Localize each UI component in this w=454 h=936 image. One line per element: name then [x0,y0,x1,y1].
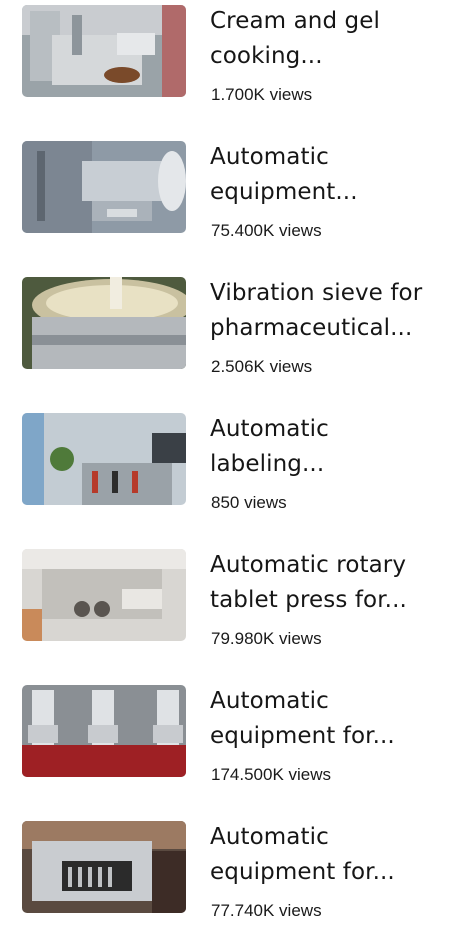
title-line: Cream and gel [210,8,380,34]
video-title[interactable]: Automatic rotary tablet press for... [210,548,446,618]
view-count: 79.980K views [211,629,322,648]
machine-image [22,549,186,641]
video-thumbnail[interactable] [22,141,186,233]
video-title[interactable]: Cream and gel cooking... [210,4,446,74]
video-title[interactable]: Automatic equipment for... [210,820,446,890]
video-thumbnail[interactable] [22,549,186,641]
video-list: Cream and gel cooking... 1.700K views Au… [0,0,454,925]
view-count: 1.700K views [211,85,313,104]
video-item[interactable]: Cream and gel cooking... 1.700K views [0,0,454,120]
machine-image [22,685,186,777]
title-line: Automatic [210,144,329,170]
video-title[interactable]: Vibration sieve for pharmaceutical... [210,276,446,346]
video-item[interactable]: Automatic equipment... 75.400K views [0,136,454,256]
title-line: Vibration sieve for [210,280,423,306]
video-item[interactable]: Automatic equipment for... 77.740K views [0,816,454,936]
machine-image [22,413,186,505]
view-count: 2.506K views [211,357,313,376]
video-thumbnail[interactable] [22,413,186,505]
title-line: labeling... [210,451,325,477]
video-item[interactable]: Automatic rotary tablet press for... 79.… [0,544,454,664]
title-line: equipment... [210,179,358,205]
video-title[interactable]: Automatic labeling... [210,412,446,482]
video-item[interactable]: Vibration sieve for pharmaceutical... 2.… [0,272,454,392]
title-line: equipment for... [210,723,395,749]
title-line: pharmaceutical... [210,315,413,341]
view-count: 850 views [211,493,287,512]
view-count: 174.500K views [211,765,332,784]
machine-image [22,277,186,369]
title-line: Automatic [210,416,329,442]
title-line: Automatic [210,824,329,850]
title-line: cooking... [210,43,323,69]
title-line: equipment for... [210,859,395,885]
video-title[interactable]: Automatic equipment... [210,140,446,210]
video-thumbnail[interactable] [22,685,186,777]
video-item[interactable]: Automatic equipment for... 174.500K view… [0,680,454,800]
title-line: tablet press for... [210,587,407,613]
machine-image [22,821,186,913]
machine-image [22,5,186,97]
view-count: 77.740K views [211,901,322,920]
view-count: 75.400K views [211,221,322,240]
machine-image [22,141,186,233]
video-thumbnail[interactable] [22,821,186,913]
video-thumbnail[interactable] [22,277,186,369]
video-title[interactable]: Automatic equipment for... [210,684,446,754]
video-thumbnail[interactable] [22,5,186,97]
title-line: Automatic [210,688,329,714]
title-line: Automatic rotary [210,552,407,578]
video-item[interactable]: Automatic labeling... 850 views [0,408,454,528]
